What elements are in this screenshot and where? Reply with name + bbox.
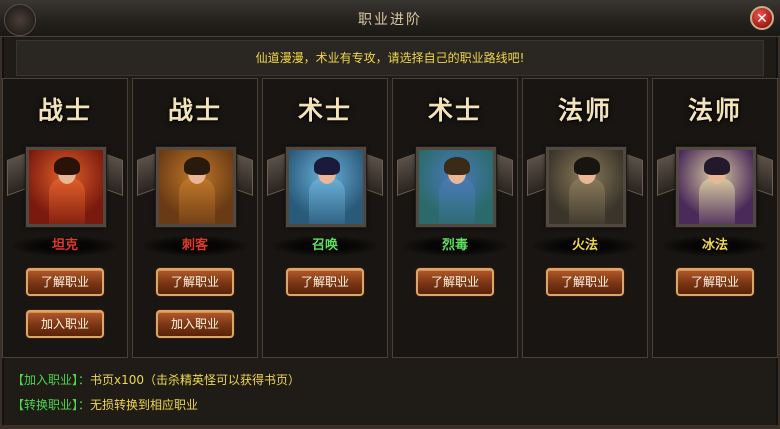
footer-switch-key: 【转换职业】： [12, 398, 91, 412]
portrait-image [419, 150, 493, 224]
window-title: 职业进阶 [358, 12, 422, 28]
portrait-image [549, 150, 623, 224]
portrait-body [49, 178, 85, 224]
class-card: 术士 烈毒 了解职业 [392, 78, 518, 358]
class-advance-window: 职业进阶 ✕ 仙道漫漫，术业有专攻，请选择自己的职业路线吧! 战士 坦克 了解职… [0, 0, 780, 429]
subclass-label: 火法 [533, 236, 637, 256]
learn-class-button[interactable]: 了解职业 [416, 268, 494, 296]
subclass-label: 刺客 [143, 236, 247, 256]
portrait-hair [314, 157, 340, 175]
subclass-label: 冰法 [663, 236, 767, 256]
class-portrait[interactable] [546, 147, 626, 227]
subclass-label: 烈毒 [403, 236, 507, 256]
class-card: 战士 刺客 了解职业 加入职业 [132, 78, 258, 358]
portrait-hair [184, 157, 210, 175]
class-name: 术士 [297, 96, 352, 125]
class-name: 术士 [427, 96, 482, 125]
window-bottom-edge [0, 425, 780, 429]
class-portrait[interactable] [416, 147, 496, 227]
class-portrait[interactable] [676, 147, 756, 227]
class-card: 法师 火法 了解职业 [522, 78, 648, 358]
join-class-button[interactable]: 加入职业 [156, 310, 234, 338]
portrait-body [569, 178, 605, 224]
portrait-body [699, 178, 735, 224]
join-class-button[interactable]: 加入职业 [26, 310, 104, 338]
class-card: 术士 召唤 了解职业 [262, 78, 388, 358]
class-name: 法师 [687, 96, 742, 125]
class-card: 战士 坦克 了解职业 加入职业 [2, 78, 128, 358]
subclass-label: 坦克 [13, 236, 117, 256]
footer-join-value: 书页x100（击杀精英怪可以获得书页） [90, 373, 301, 387]
class-cards: 战士 坦克 了解职业 加入职业 战士 刺客 了解职业 加入职业 术士 召唤 了解… [2, 78, 778, 358]
learn-class-button[interactable]: 了解职业 [156, 268, 234, 296]
portrait-hair [704, 157, 730, 175]
footer-switch-info: 【转换职业】：无损转换到相应职业 [12, 396, 772, 413]
close-button[interactable]: ✕ [750, 6, 774, 30]
class-portrait[interactable] [286, 147, 366, 227]
title-bar[interactable]: 职业进阶 ✕ [0, 0, 780, 37]
class-portrait[interactable] [26, 147, 106, 227]
footer-join-key: 【加入职业】： [12, 373, 91, 387]
portrait-hair [444, 157, 470, 175]
portrait-image [679, 150, 753, 224]
learn-class-button[interactable]: 了解职业 [676, 268, 754, 296]
portrait-hair [574, 157, 600, 175]
learn-class-button[interactable]: 了解职业 [286, 268, 364, 296]
learn-class-button[interactable]: 了解职业 [26, 268, 104, 296]
tagline-text: 仙道漫漫，术业有专攻，请选择自己的职业路线吧! [255, 51, 525, 65]
portrait-image [159, 150, 233, 224]
footer-join-info: 【加入职业】：书页x100（击杀精英怪可以获得书页） [12, 371, 772, 388]
subclass-label: 召唤 [273, 236, 377, 256]
portrait-body [309, 178, 345, 224]
footer-switch-value: 无损转换到相应职业 [90, 398, 199, 412]
portrait-body [179, 178, 215, 224]
portrait-image [289, 150, 363, 224]
class-card: 法师 冰法 了解职业 [652, 78, 778, 358]
class-name: 战士 [37, 96, 92, 125]
class-name: 法师 [557, 96, 612, 125]
portrait-body [439, 178, 475, 224]
portrait-image [29, 150, 103, 224]
class-portrait[interactable] [156, 147, 236, 227]
class-name: 战士 [167, 96, 222, 125]
learn-class-button[interactable]: 了解职业 [546, 268, 624, 296]
portrait-hair [54, 157, 80, 175]
